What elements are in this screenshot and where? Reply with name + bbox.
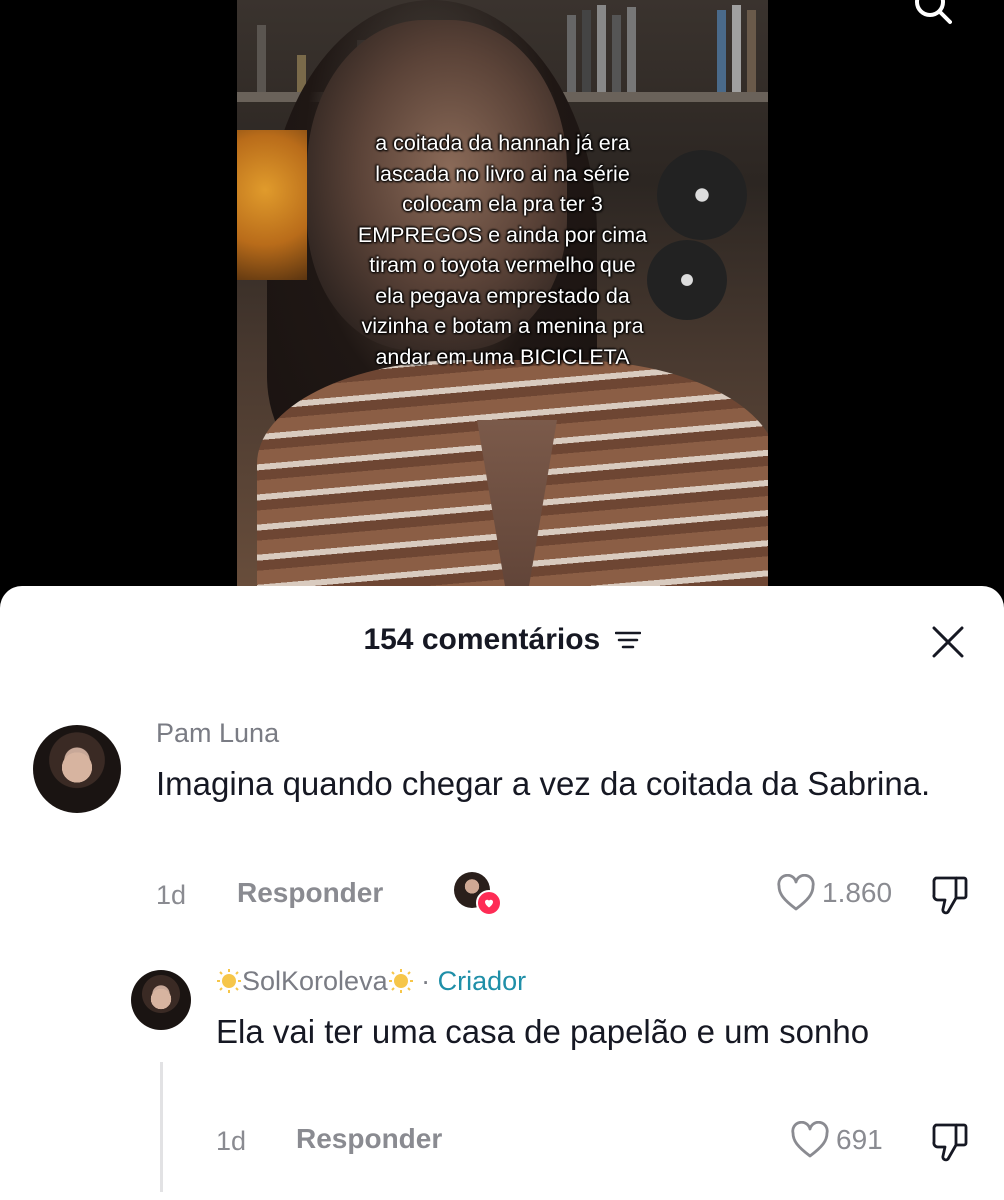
creator-badge: Criador (437, 966, 527, 996)
dislike-icon[interactable] (930, 1121, 970, 1163)
comment-username-row: SolKoroleva · Criador (216, 966, 526, 997)
dislike-icon[interactable] (930, 874, 970, 916)
caption-line: vizinha e botam a menina pra (361, 314, 644, 338)
reply-button[interactable]: Responder (296, 1123, 442, 1155)
avatar[interactable] (33, 725, 121, 813)
separator-dot: · (421, 966, 431, 996)
video-area[interactable]: a coitada da hannah já era lascada no li… (0, 0, 1004, 610)
comment-text: Ela vai ter uma casa de papelão e um son… (216, 1013, 870, 1050)
like-button[interactable]: 691 (790, 1121, 883, 1159)
comment-username[interactable]: Pam Luna (156, 718, 279, 749)
comments-header: 154 comentários (0, 622, 1004, 657)
like-button[interactable]: 1.860 (776, 874, 892, 912)
heart-icon (777, 874, 815, 911)
caption-line: EMPREGOS e ainda por cima (357, 222, 648, 247)
caption-line: andar em uma BICICLETA (375, 344, 630, 369)
sun-emoji-icon (388, 969, 413, 993)
comment-time: 1d (216, 1126, 247, 1156)
comment-username[interactable]: SolKoroleva (242, 966, 388, 996)
video-caption: a coitada da hannah já era lascada no li… (237, 128, 768, 372)
like-count: 1.860 (822, 877, 893, 908)
comment-time: 1d (156, 880, 187, 910)
like-count: 691 (836, 1124, 883, 1155)
caption-line: tiram o toyota vermelho que (369, 253, 636, 277)
sun-emoji-icon (217, 969, 241, 993)
sort-icon[interactable] (614, 629, 641, 651)
reply-button[interactable]: Responder (237, 877, 383, 909)
caption-line: a coitada da hannah já era (375, 131, 630, 155)
close-icon[interactable] (930, 624, 966, 660)
heart-badge-icon (476, 890, 502, 916)
avatar[interactable] (131, 970, 191, 1030)
caption-line: colocam ela pra ter 3 (402, 192, 603, 216)
heart-icon (791, 1121, 829, 1158)
search-icon[interactable] (912, 0, 952, 28)
caption-line: ela pegava emprestado da (375, 283, 630, 308)
comments-count-title: 154 comentários (363, 623, 601, 657)
comment-text: Imagina quando chegar a vez da coitada d… (156, 765, 931, 802)
thread-line (160, 1062, 163, 1192)
caption-line: lascada no livro ai na série (375, 161, 630, 186)
